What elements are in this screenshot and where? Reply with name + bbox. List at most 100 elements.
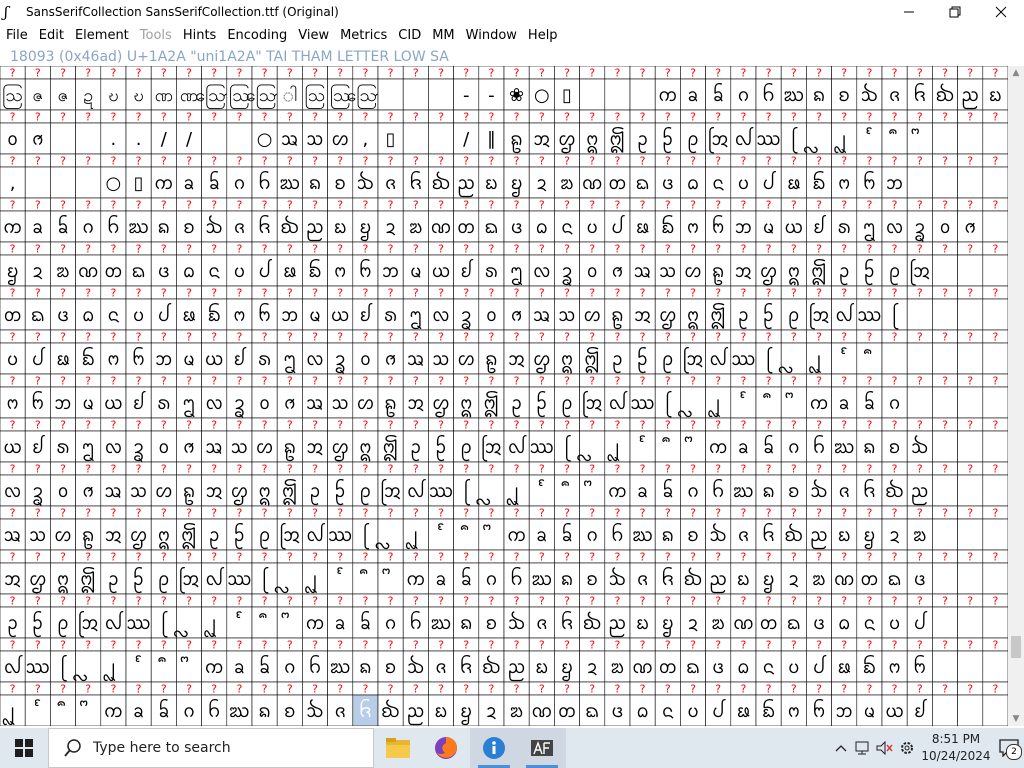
glyph-cell[interactable]: [680, 386, 706, 419]
glyph-cell[interactable]: [50, 166, 76, 199]
glyph-cell[interactable]: [780, 342, 807, 375]
glyph-cell[interactable]: [957, 166, 984, 199]
glyph-cell[interactable]: [780, 386, 807, 419]
menu-help[interactable]: Help: [522, 28, 563, 43]
glyph-cell[interactable]: [932, 562, 958, 595]
glyph-cell[interactable]: [75, 694, 102, 726]
glyph-cell[interactable]: [24, 166, 51, 199]
glyph-cell[interactable]: [806, 122, 832, 155]
volume-muted-icon[interactable]: [874, 728, 896, 768]
glyph-cell[interactable]: [957, 518, 984, 551]
glyph-cell[interactable]: [932, 342, 958, 375]
title-bar[interactable]: ʃ SansSerifCollection SansSerifCollectio…: [0, 0, 1024, 24]
glyph-cell[interactable]: [276, 606, 303, 639]
glyph-cell[interactable]: [554, 474, 580, 507]
taskbar-fontforge[interactable]: [518, 728, 566, 768]
glyph-cell[interactable]: [932, 122, 958, 155]
glyph-cell[interactable]: [579, 474, 606, 507]
glyph-cell[interactable]: [957, 694, 984, 726]
glyph-cell[interactable]: [932, 430, 958, 463]
glyph-cell[interactable]: [957, 606, 984, 639]
glyph-cell[interactable]: [957, 430, 984, 463]
glyph-cell[interactable]: [906, 122, 933, 155]
glyph-cell[interactable]: [957, 386, 984, 419]
glyph-cell[interactable]: [982, 386, 1008, 419]
glyph-cell[interactable]: [201, 122, 228, 155]
glyph-cell[interactable]: [629, 78, 656, 111]
glyph-cell[interactable]: [982, 650, 1008, 683]
glyph-cell[interactable]: [75, 166, 102, 199]
menu-metrics[interactable]: Metrics: [334, 28, 392, 43]
glyph-cell[interactable]: [982, 122, 1008, 155]
glyph-cell[interactable]: [982, 606, 1008, 639]
glyph-cell[interactable]: [176, 650, 202, 683]
glyph-cell[interactable]: [932, 474, 958, 507]
glyph-cell[interactable]: [226, 122, 253, 155]
glyph-cell[interactable]: [932, 606, 958, 639]
glyph-cell[interactable]: [957, 254, 984, 287]
chevron-up-icon[interactable]: [830, 728, 852, 768]
minimize-button[interactable]: [886, 0, 932, 24]
glyph-cell[interactable]: [982, 518, 1008, 551]
glyph-cell[interactable]: [402, 122, 429, 155]
notification-center-button[interactable]: 2: [994, 728, 1024, 768]
glyph-cell[interactable]: [932, 386, 958, 419]
glyph-cell[interactable]: [75, 122, 102, 155]
glyph-cell[interactable]: [957, 298, 984, 331]
taskbar-file-explorer[interactable]: [374, 728, 422, 768]
glyph-cell[interactable]: [402, 78, 429, 111]
menu-element[interactable]: Element: [69, 28, 134, 43]
glyph-cell[interactable]: [906, 386, 933, 419]
glyph-cell[interactable]: [377, 562, 404, 595]
scroll-up-arrow-icon[interactable]: ▲: [1008, 66, 1024, 80]
glyph-cell[interactable]: [478, 518, 505, 551]
glyph-cell[interactable]: [428, 78, 454, 111]
glyph-cell[interactable]: [579, 78, 606, 111]
menu-file[interactable]: File: [0, 28, 33, 43]
glyph-cell[interactable]: [377, 78, 404, 111]
glyph-cell[interactable]: [932, 518, 958, 551]
glyph-cell[interactable]: [377, 518, 404, 551]
menu-encoding[interactable]: Encoding: [221, 28, 292, 43]
glyph-cell[interactable]: [428, 518, 454, 551]
glyph-cell[interactable]: [982, 562, 1008, 595]
glyph-cell[interactable]: [680, 430, 706, 463]
glyph-cell[interactable]: [982, 298, 1008, 331]
maximize-button[interactable]: [932, 0, 978, 24]
glyph-cell[interactable]: [579, 430, 606, 463]
glyph-cell[interactable]: [982, 430, 1008, 463]
taskbar-firefox[interactable]: [422, 728, 470, 768]
glyph-cell[interactable]: [276, 562, 303, 595]
glyph-cell[interactable]: [50, 122, 76, 155]
glyph-cell[interactable]: [932, 694, 958, 726]
start-button[interactable]: [0, 728, 48, 768]
glyph-cell[interactable]: [906, 342, 933, 375]
glyph-cell[interactable]: [957, 650, 984, 683]
close-button[interactable]: [978, 0, 1024, 24]
settings-gear-icon[interactable]: [896, 728, 918, 768]
glyph-cell[interactable]: [982, 694, 1008, 726]
glyph-cell[interactable]: [604, 78, 631, 111]
glyph-cell[interactable]: [932, 298, 958, 331]
glyph-cell[interactable]: [982, 210, 1008, 243]
glyph-cell[interactable]: [957, 122, 984, 155]
glyph-cell[interactable]: [982, 342, 1008, 375]
scroll-down-arrow-icon[interactable]: ▼: [1008, 712, 1024, 726]
glyph-cell[interactable]: [428, 122, 454, 155]
font-view-grid[interactable]: ? ဩ? ဇ? ဇ? ဍ? ဎ? ဎ? ဏ? ဏ? ဪ? ဩ? ဪ?ါ? ဩ? ဩ? ဪ???? -? -? ❀?…: [0, 66, 1008, 726]
glyph-cell[interactable]: [982, 474, 1008, 507]
glyph-cell[interactable]: [50, 694, 76, 726]
scroll-thumb[interactable]: [1011, 636, 1021, 658]
glyph-cell[interactable]: [478, 474, 505, 507]
taskbar-search-box[interactable]: Type here to search: [48, 728, 374, 768]
glyph-cell[interactable]: [906, 298, 933, 331]
glyph-cell[interactable]: [957, 474, 984, 507]
glyph-cell[interactable]: [957, 342, 984, 375]
glyph-cell[interactable]: [957, 562, 984, 595]
menu-view[interactable]: View: [292, 28, 334, 43]
glyph-cell[interactable]: [932, 650, 958, 683]
glyph-cell[interactable]: [75, 650, 102, 683]
taskbar-info-app[interactable]: [470, 728, 518, 768]
glyph-cell[interactable]: [982, 254, 1008, 287]
glyph-cell[interactable]: [982, 166, 1008, 199]
